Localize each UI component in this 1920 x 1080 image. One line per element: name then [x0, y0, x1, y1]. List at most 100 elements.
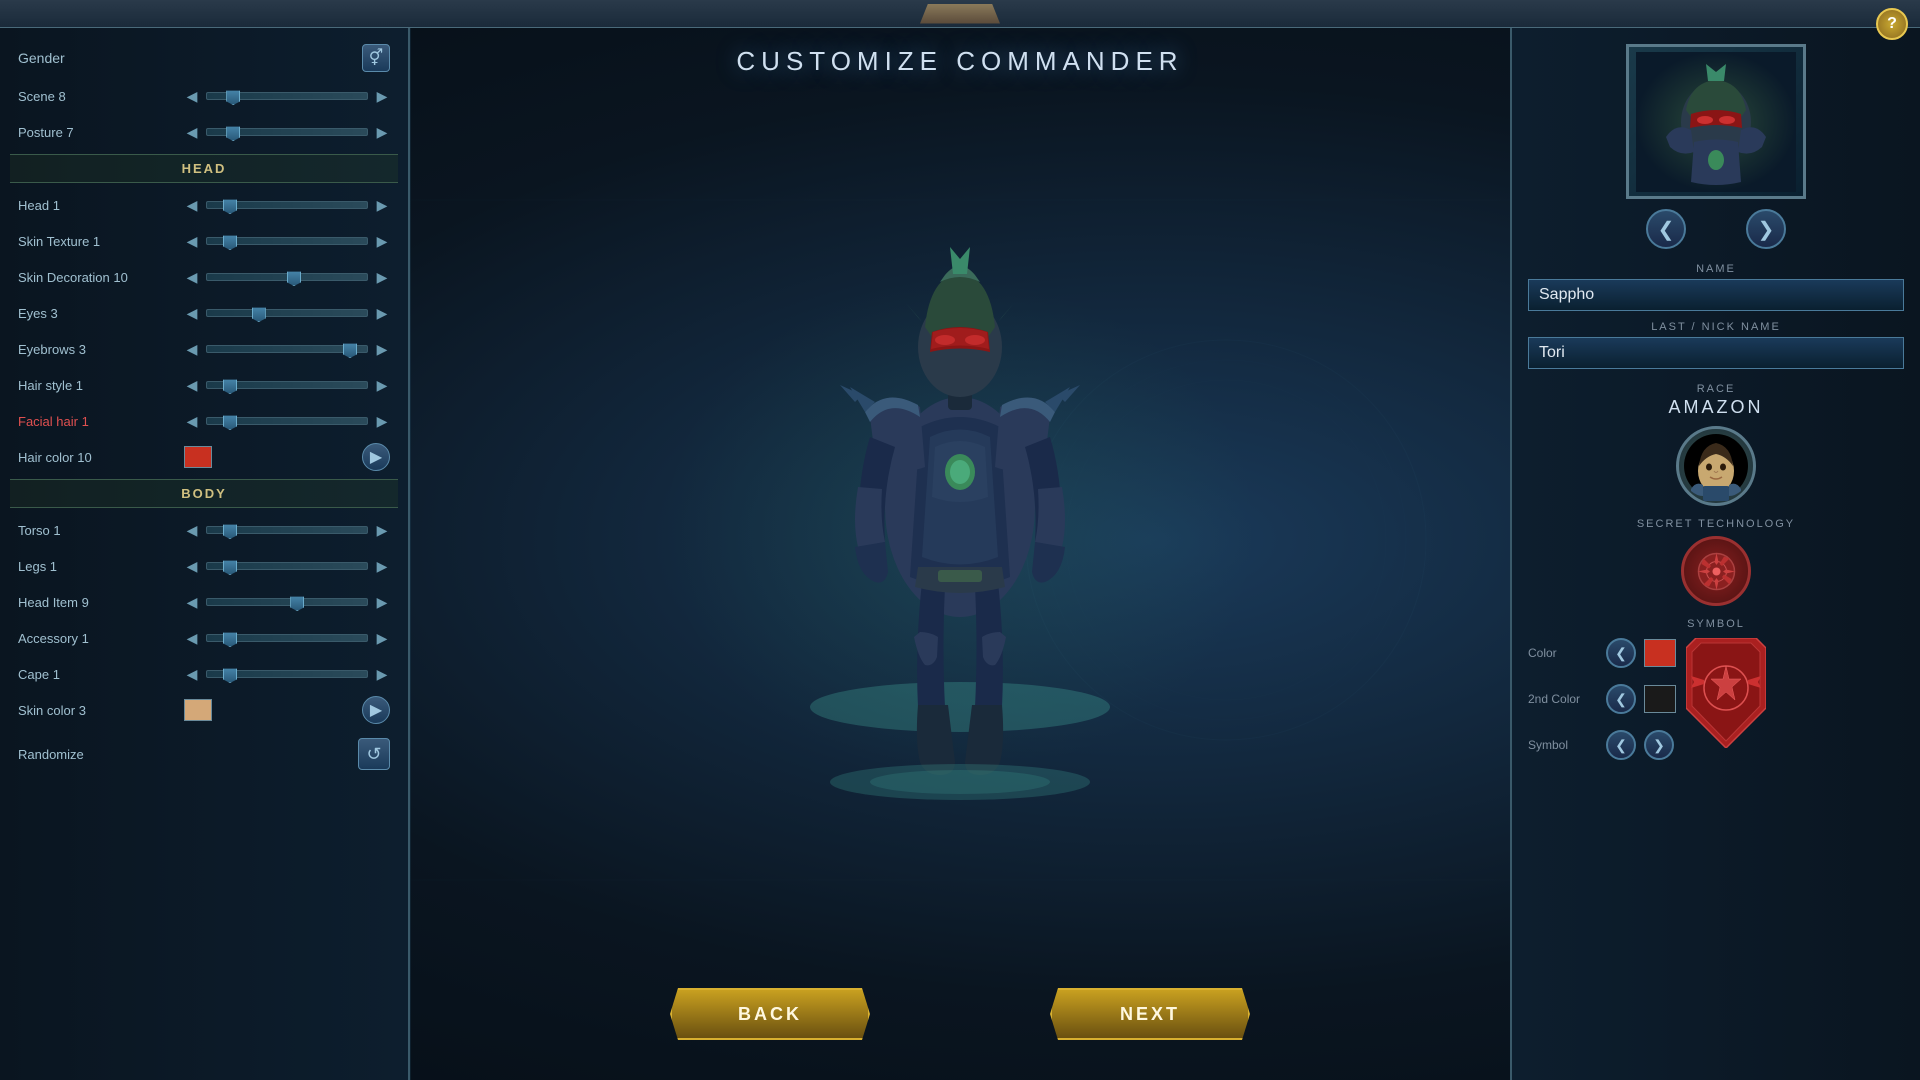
slider-label-cape: Cape 1: [18, 667, 178, 682]
second-color-swatch: [1644, 685, 1676, 713]
left-panel-inner: Gender ⚥ Scene 8 ◀ ▶ Posture 7 ◀ ▶ HEAD …: [0, 38, 408, 774]
tech-icon[interactable]: [1681, 536, 1751, 606]
race-avatar[interactable]: [1676, 426, 1756, 506]
slider-thumb-eyes: [252, 304, 266, 322]
gender-row: Gender ⚥: [10, 38, 398, 78]
symbol-prev-button[interactable]: ❮: [1606, 730, 1636, 760]
symbol-nav-label: Symbol: [1528, 738, 1598, 752]
color-prev-button[interactable]: ❮: [1606, 638, 1636, 668]
left-panel: Gender ⚥ Scene 8 ◀ ▶ Posture 7 ◀ ▶ HEAD …: [0, 28, 410, 1080]
slider-left-skin-texture[interactable]: ◀: [184, 233, 200, 249]
slider-right-skin-texture[interactable]: ▶: [374, 233, 390, 249]
last-nick-input[interactable]: [1528, 337, 1904, 369]
name-label: NAME: [1528, 263, 1904, 275]
slider-left-scene[interactable]: ◀: [184, 88, 200, 104]
slider-right-eyebrows[interactable]: ▶: [374, 341, 390, 357]
slider-right-head-item[interactable]: ▶: [374, 594, 390, 610]
slider-thumb-head: [223, 196, 237, 214]
slider-row-skin-deco: Skin Decoration 10 ◀ ▶: [10, 259, 398, 295]
slider-row-cape: Cape 1 ◀ ▶: [10, 656, 398, 692]
slider-thumb-torso: [223, 521, 237, 539]
slider-left-eyebrows[interactable]: ◀: [184, 341, 200, 357]
slider-track-eyes[interactable]: [206, 309, 368, 317]
slider-track-eyebrows[interactable]: [206, 345, 368, 353]
slider-right-facial-hair[interactable]: ▶: [374, 413, 390, 429]
slider-track-hairstyle[interactable]: [206, 381, 368, 389]
character-render: [770, 127, 1150, 807]
slider-thumb-accessory: [223, 629, 237, 647]
slider-thumb-hairstyle: [223, 376, 237, 394]
slider-thumb-eyebrows: [343, 340, 357, 358]
slider-left-head-item[interactable]: ◀: [184, 594, 200, 610]
slider-right-eyes[interactable]: ▶: [374, 305, 390, 321]
slider-left-skin-deco[interactable]: ◀: [184, 269, 200, 285]
slider-right-posture[interactable]: ▶: [374, 124, 390, 140]
slider-track-scene[interactable]: [206, 92, 368, 100]
skin-color-row: Skin color 3 ▶: [10, 692, 398, 728]
slider-label-eyes: Eyes 3: [18, 306, 178, 321]
slider-left-accessory[interactable]: ◀: [184, 630, 200, 646]
slider-row-head: Head 1 ◀ ▶: [10, 187, 398, 223]
slider-left-head[interactable]: ◀: [184, 197, 200, 213]
secret-tech-section: SECRET TECHNOLOGY: [1528, 518, 1904, 606]
slider-track-head-item[interactable]: [206, 598, 368, 606]
slider-label-legs: Legs 1: [18, 559, 178, 574]
slider-thumb-facial-hair: [223, 412, 237, 430]
preview-container: [1626, 44, 1806, 199]
preview-next-button[interactable]: ❯: [1746, 209, 1786, 249]
slider-track-facial-hair[interactable]: [206, 417, 368, 425]
last-nick-label: LAST / NICK NAME: [1528, 321, 1904, 333]
slider-label-scene: Scene 8: [18, 89, 178, 104]
slider-row-eyes: Eyes 3 ◀ ▶: [10, 295, 398, 331]
slider-track-head[interactable]: [206, 201, 368, 209]
slider-track-legs[interactable]: [206, 562, 368, 570]
slider-track-torso[interactable]: [206, 526, 368, 534]
symbol-section: SYMBOL Color ❮ 2nd Color ❮ Symbol: [1528, 618, 1904, 768]
slider-right-hairstyle[interactable]: ▶: [374, 377, 390, 393]
tech-symbol-svg: [1694, 549, 1739, 594]
slider-right-legs[interactable]: ▶: [374, 558, 390, 574]
color-swatch: [1644, 639, 1676, 667]
slider-track-skin-texture[interactable]: [206, 237, 368, 245]
color-label: Color: [1528, 646, 1598, 660]
slider-row-legs: Legs 1 ◀ ▶: [10, 548, 398, 584]
slider-left-hairstyle[interactable]: ◀: [184, 377, 200, 393]
slider-track-skin-deco[interactable]: [206, 273, 368, 281]
slider-left-torso[interactable]: ◀: [184, 522, 200, 538]
slider-right-accessory[interactable]: ▶: [374, 630, 390, 646]
slider-right-scene[interactable]: ▶: [374, 88, 390, 104]
slider-thumb-skin-deco: [287, 268, 301, 286]
symbol-title: SYMBOL: [1528, 618, 1904, 630]
slider-thumb-skin-texture: [223, 232, 237, 250]
slider-right-head[interactable]: ▶: [374, 197, 390, 213]
slider-left-posture[interactable]: ◀: [184, 124, 200, 140]
randomize-button[interactable]: ↺: [358, 738, 390, 770]
second-color-prev-button[interactable]: ❮: [1606, 684, 1636, 714]
back-button[interactable]: BACK: [670, 988, 870, 1040]
slider-thumb-posture: [226, 123, 240, 141]
slider-row-accessory: Accessory 1 ◀ ▶: [10, 620, 398, 656]
gender-icon[interactable]: ⚥: [362, 44, 390, 72]
slider-track-accessory[interactable]: [206, 634, 368, 642]
slider-track-cape[interactable]: [206, 670, 368, 678]
slider-right-torso[interactable]: ▶: [374, 522, 390, 538]
slider-track-posture[interactable]: [206, 128, 368, 136]
slider-left-legs[interactable]: ◀: [184, 558, 200, 574]
slider-left-facial-hair[interactable]: ◀: [184, 413, 200, 429]
slider-label-head: Head 1: [18, 198, 178, 213]
help-button[interactable]: ?: [1876, 8, 1908, 40]
slider-left-eyes[interactable]: ◀: [184, 305, 200, 321]
hair-color-next-button[interactable]: ▶: [362, 443, 390, 471]
next-button[interactable]: NEXT: [1050, 988, 1250, 1040]
slider-right-cape[interactable]: ▶: [374, 666, 390, 682]
preview-prev-button[interactable]: ❮: [1646, 209, 1686, 249]
name-input[interactable]: [1528, 279, 1904, 311]
slider-left-cape[interactable]: ◀: [184, 666, 200, 682]
last-nick-section: LAST / NICK NAME: [1528, 321, 1904, 369]
character-area: [410, 77, 1510, 988]
hair-color-row: Hair color 10 ▶: [10, 439, 398, 475]
skin-color-next-button[interactable]: ▶: [362, 696, 390, 724]
slider-right-skin-deco[interactable]: ▶: [374, 269, 390, 285]
symbol-next-button[interactable]: ❯: [1644, 730, 1674, 760]
hair-color-swatch: [184, 446, 212, 468]
